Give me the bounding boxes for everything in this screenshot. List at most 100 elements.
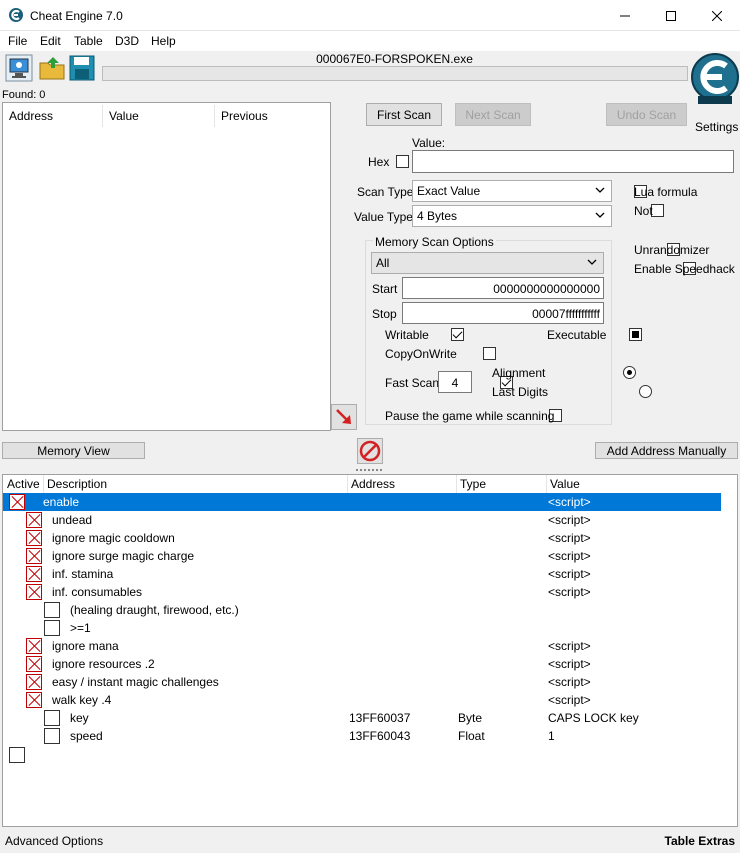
cheat-table[interactable]: Active Description Address Type Value en… <box>2 474 738 827</box>
last-digits-radio[interactable] <box>639 385 653 398</box>
memory-view-button[interactable]: Memory View <box>2 442 145 459</box>
menu-help[interactable]: Help <box>151 34 176 48</box>
row-description: easy / instant magic challenges <box>52 675 219 689</box>
table-row[interactable]: walk key .4 <script> <box>3 691 721 709</box>
open-file-button[interactable] <box>38 54 66 82</box>
menu-file[interactable]: File <box>8 34 27 48</box>
table-row[interactable]: ignore mana <script> <box>3 637 721 655</box>
found-count: Found: 0 <box>2 89 46 101</box>
chevron-down-icon <box>595 187 605 193</box>
table-row[interactable]: ignore resources .2 <script> <box>3 655 721 673</box>
minimize-button[interactable] <box>602 0 648 31</box>
value-input[interactable] <box>412 150 734 173</box>
active-toggle-checkbox[interactable] <box>26 638 42 654</box>
table-row[interactable]: inf. stamina <script> <box>3 565 721 583</box>
value-type-select[interactable]: 4 Bytes <box>412 205 612 227</box>
active-toggle-checkbox[interactable] <box>26 584 42 600</box>
scan-type-label: Scan Type <box>357 185 414 199</box>
table-extras-link[interactable]: Table Extras <box>665 834 735 848</box>
empty-entry-checkbox[interactable] <box>9 747 25 763</box>
add-to-table-button[interactable] <box>331 404 357 430</box>
close-button[interactable] <box>694 0 740 31</box>
maximize-button[interactable] <box>648 0 694 31</box>
table-header-type[interactable]: Type <box>460 477 486 491</box>
results-col-address[interactable]: Address <box>3 105 103 127</box>
panel-splitter[interactable] <box>0 463 740 471</box>
scan-type-value: Exact Value <box>417 184 481 198</box>
scan-type-select[interactable]: Exact Value <box>412 180 612 202</box>
executable-checkbox[interactable] <box>629 328 643 341</box>
table-row[interactable]: enable <script> <box>3 493 721 511</box>
active-toggle-checkbox[interactable] <box>26 674 42 690</box>
table-row[interactable]: ignore magic cooldown <script> <box>3 529 721 547</box>
active-checkbox[interactable] <box>44 728 60 744</box>
row-value: 1 <box>548 729 555 743</box>
table-row[interactable]: (healing draught, firewood, etc.) <box>3 601 721 619</box>
first-scan-button[interactable]: First Scan <box>366 103 442 126</box>
table-row[interactable]: speed 13FF60043 Float 1 <box>3 727 721 745</box>
table-header-active[interactable]: Active <box>7 477 40 491</box>
add-address-manually-button[interactable]: Add Address Manually <box>595 442 738 459</box>
table-row[interactable]: ignore surge magic charge <script> <box>3 547 721 565</box>
table-row[interactable]: undead <script> <box>3 511 721 529</box>
advanced-options-link[interactable]: Advanced Options <box>5 834 103 848</box>
menu-table[interactable]: Table <box>74 34 103 48</box>
red-arrow-icon <box>336 409 351 424</box>
stop-button[interactable] <box>357 438 383 464</box>
window-title: Cheat Engine 7.0 <box>30 9 123 23</box>
active-checkbox[interactable] <box>44 602 60 618</box>
row-description: inf. stamina <box>52 567 114 581</box>
close-icon <box>712 10 722 21</box>
active-toggle-checkbox[interactable] <box>9 494 25 510</box>
undo-scan-button[interactable]: Undo Scan <box>606 103 687 126</box>
row-description: key <box>70 711 89 725</box>
scan-results-list[interactable]: Address Value Previous <box>2 102 331 431</box>
active-checkbox[interactable] <box>44 710 60 726</box>
hex-checkbox[interactable] <box>396 155 409 168</box>
next-scan-button[interactable]: Next Scan <box>455 103 531 126</box>
table-row[interactable]: easy / instant magic challenges <script> <box>3 673 721 691</box>
executable-label: Executable <box>547 328 607 342</box>
settings-label[interactable]: Settings <box>695 120 738 134</box>
menu-d3d[interactable]: D3D <box>115 34 139 48</box>
active-toggle-checkbox[interactable] <box>26 512 42 528</box>
row-value: <script> <box>548 531 591 545</box>
alignment-radio[interactable] <box>623 366 637 379</box>
lua-formula-label: Lua formula <box>634 185 698 199</box>
active-toggle-checkbox[interactable] <box>26 548 42 564</box>
copy-on-write-label: CopyOnWrite <box>385 347 457 361</box>
menu-edit[interactable]: Edit <box>40 34 61 48</box>
chevron-down-icon <box>595 212 605 218</box>
table-header-description[interactable]: Description <box>47 477 107 491</box>
results-col-value[interactable]: Value <box>103 105 215 127</box>
active-toggle-checkbox[interactable] <box>26 692 42 708</box>
save-file-button[interactable] <box>68 54 96 82</box>
row-type: Float <box>458 729 485 743</box>
maximize-icon <box>666 10 676 21</box>
writable-checkbox[interactable] <box>450 328 464 341</box>
active-checkbox[interactable] <box>44 620 60 636</box>
results-col-previous[interactable]: Previous <box>215 105 327 127</box>
table-header-value[interactable]: Value <box>550 477 580 491</box>
table-row[interactable]: >=1 <box>3 619 721 637</box>
stop-label: Stop <box>372 307 397 321</box>
row-value: <script> <box>548 639 591 653</box>
copy-on-write-checkbox[interactable] <box>483 347 497 360</box>
grip-dots-icon <box>356 469 382 471</box>
table-row[interactable]: inf. consumables <script> <box>3 583 721 601</box>
fast-scan-input[interactable]: 4 <box>438 371 472 393</box>
row-address: 13FF60037 <box>349 711 411 725</box>
active-toggle-checkbox[interactable] <box>26 566 42 582</box>
value-type-label: Value Type <box>354 210 413 224</box>
select-process-button[interactable] <box>5 54 33 82</box>
table-header-address[interactable]: Address <box>351 477 395 491</box>
table-row[interactable]: key 13FF60037 Byte CAPS LOCK key <box>3 709 721 727</box>
start-address-input[interactable]: 0000000000000000 <box>402 277 604 299</box>
row-description: (healing draught, firewood, etc.) <box>70 603 239 617</box>
not-label: Not <box>634 204 653 218</box>
settings-logo-icon[interactable] <box>690 50 740 106</box>
active-toggle-checkbox[interactable] <box>26 530 42 546</box>
stop-address-input[interactable]: 00007fffffffffff <box>402 302 604 324</box>
active-toggle-checkbox[interactable] <box>26 656 42 672</box>
memory-region-select[interactable]: All <box>371 252 604 274</box>
